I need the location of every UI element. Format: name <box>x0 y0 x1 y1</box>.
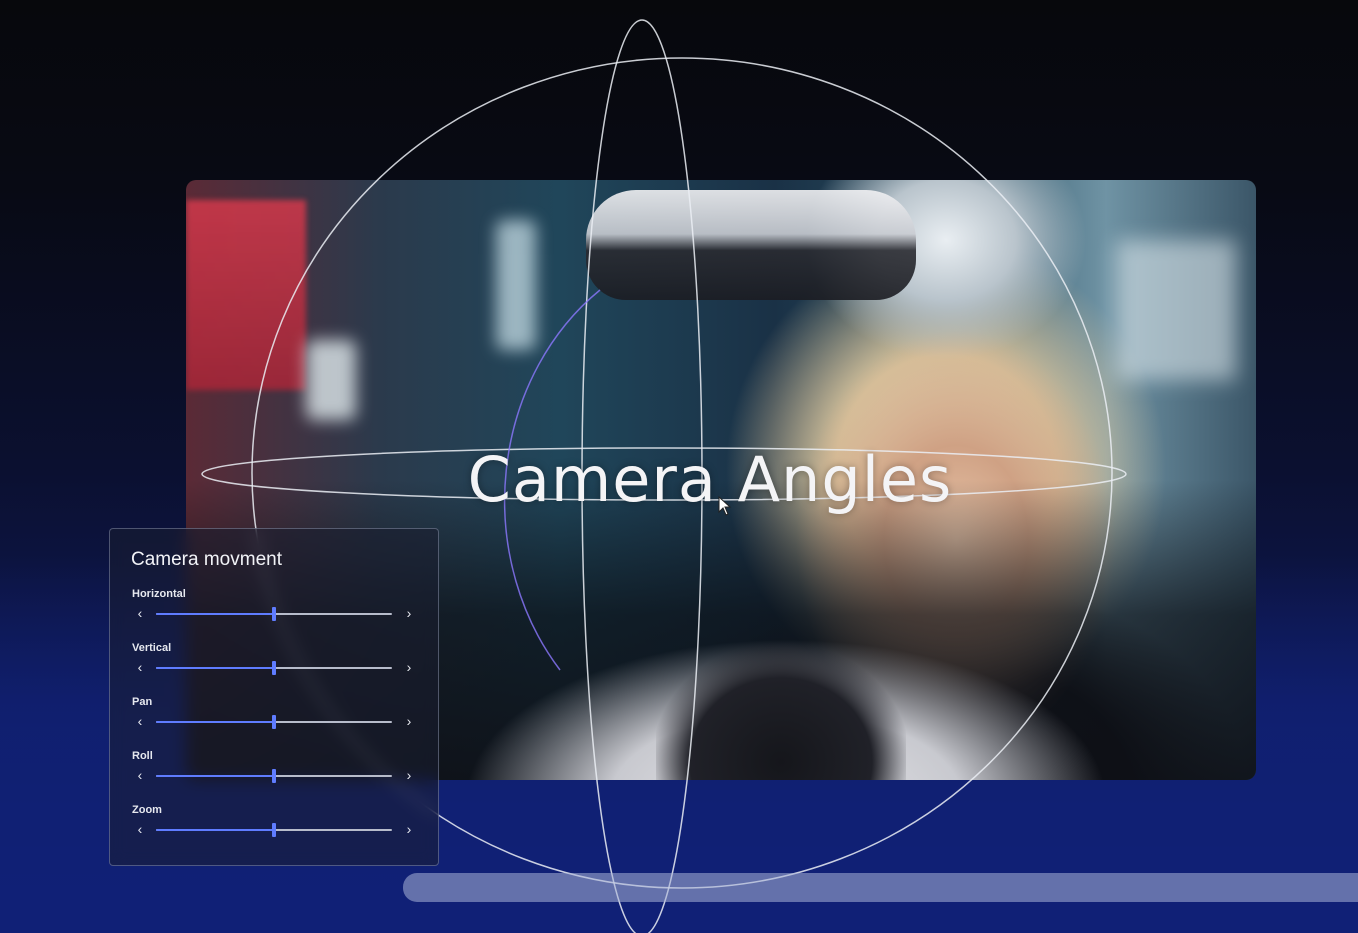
city-light <box>1116 240 1236 380</box>
panel-title: Camera movment <box>131 549 282 570</box>
slider-thumb[interactable] <box>272 661 276 675</box>
chevron-left-icon[interactable]: ‹ <box>134 768 146 782</box>
slider-fill <box>156 721 274 723</box>
chevron-left-icon[interactable]: ‹ <box>134 714 146 728</box>
slider-track[interactable] <box>156 607 392 621</box>
chevron-right-icon[interactable]: › <box>403 768 415 782</box>
slider-track[interactable] <box>156 769 392 783</box>
control-label: Vertical <box>132 642 172 654</box>
black-jacket <box>656 610 906 780</box>
control-label: Roll <box>132 750 153 762</box>
slider-thumb[interactable] <box>272 715 276 729</box>
control-zoom: Zoom ‹ › <box>131 804 421 848</box>
slider-fill <box>156 667 274 669</box>
slider-thumb[interactable] <box>272 607 276 621</box>
slider-thumb[interactable] <box>272 769 276 783</box>
mouse-cursor-icon <box>718 496 732 516</box>
control-label: Pan <box>132 696 153 708</box>
headline-title: Camera Angles <box>467 443 953 516</box>
control-label: Horizontal <box>132 588 186 600</box>
slider-track[interactable] <box>156 661 392 675</box>
control-horizontal: Horizontal ‹ › <box>131 588 421 632</box>
control-pan: Pan ‹ › <box>131 696 421 740</box>
slider-fill <box>156 613 274 615</box>
camera-movement-panel: Camera movment Horizontal ‹ › Vertical ‹… <box>109 528 439 866</box>
chevron-right-icon[interactable]: › <box>403 822 415 836</box>
neon-sign <box>186 200 306 390</box>
slider-track[interactable] <box>156 715 392 729</box>
chevron-right-icon[interactable]: › <box>403 606 415 620</box>
timeline-scrollbar[interactable] <box>403 873 1358 902</box>
chevron-left-icon[interactable]: ‹ <box>134 660 146 674</box>
slider-fill <box>156 775 274 777</box>
slider-fill <box>156 829 274 831</box>
goggles <box>586 190 916 300</box>
chevron-right-icon[interactable]: › <box>403 714 415 728</box>
control-vertical: Vertical ‹ › <box>131 642 421 686</box>
slider-thumb[interactable] <box>272 823 276 837</box>
city-light <box>496 220 536 350</box>
chevron-right-icon[interactable]: › <box>403 660 415 674</box>
chevron-left-icon[interactable]: ‹ <box>134 822 146 836</box>
chevron-left-icon[interactable]: ‹ <box>134 606 146 620</box>
city-light <box>306 340 356 420</box>
control-label: Zoom <box>132 804 162 816</box>
control-roll: Roll ‹ › <box>131 750 421 794</box>
slider-track[interactable] <box>156 823 392 837</box>
